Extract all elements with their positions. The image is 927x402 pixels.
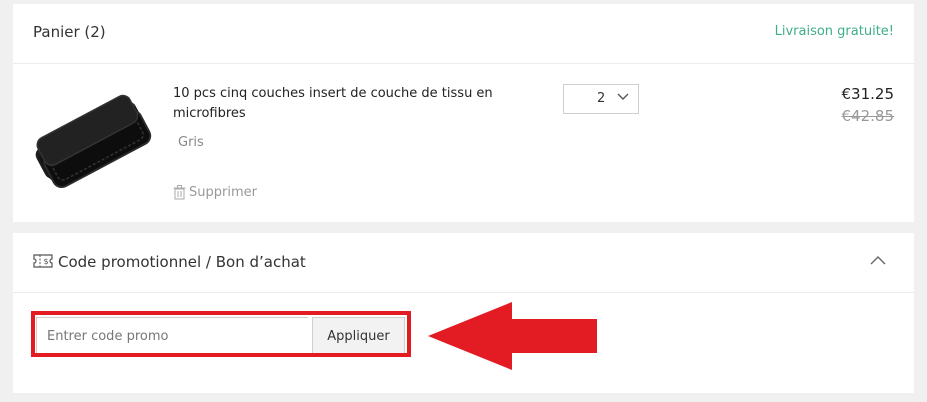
chevron-down-icon: [617, 93, 629, 100]
delete-button[interactable]: Supprimer: [173, 185, 257, 200]
price-current: €31.25: [841, 85, 895, 103]
free-shipping-label: Livraison gratuite!: [774, 24, 894, 39]
cart-header: Panier (2) Livraison gratuite!: [13, 4, 914, 64]
promo-title: Code promotionnel / Bon d’achat: [58, 253, 306, 271]
chevron-up-icon[interactable]: [870, 255, 886, 265]
promo-toggle[interactable]: $ Code promotionnel / Bon d’achat: [13, 233, 914, 293]
trash-icon: [173, 185, 186, 200]
coupon-ticket-icon: $: [33, 254, 53, 268]
annotation-arrow-icon: [428, 302, 597, 370]
price-original: €42.85: [841, 107, 895, 125]
product-title[interactable]: 10 pcs cinq couches insert de couche de …: [173, 84, 493, 124]
quantity-value: 2: [597, 91, 606, 106]
delete-label: Supprimer: [189, 185, 257, 200]
quantity-select[interactable]: 2: [563, 84, 639, 114]
product-variant: Gris: [178, 135, 204, 150]
cart-card: Panier (2) Livraison gratuite! 10 pcs ci…: [13, 4, 914, 222]
annotation-highlight-box: [31, 311, 411, 357]
cart-title: Panier (2): [33, 23, 106, 41]
svg-text:$: $: [43, 257, 48, 266]
product-image[interactable]: [29, 88, 159, 203]
